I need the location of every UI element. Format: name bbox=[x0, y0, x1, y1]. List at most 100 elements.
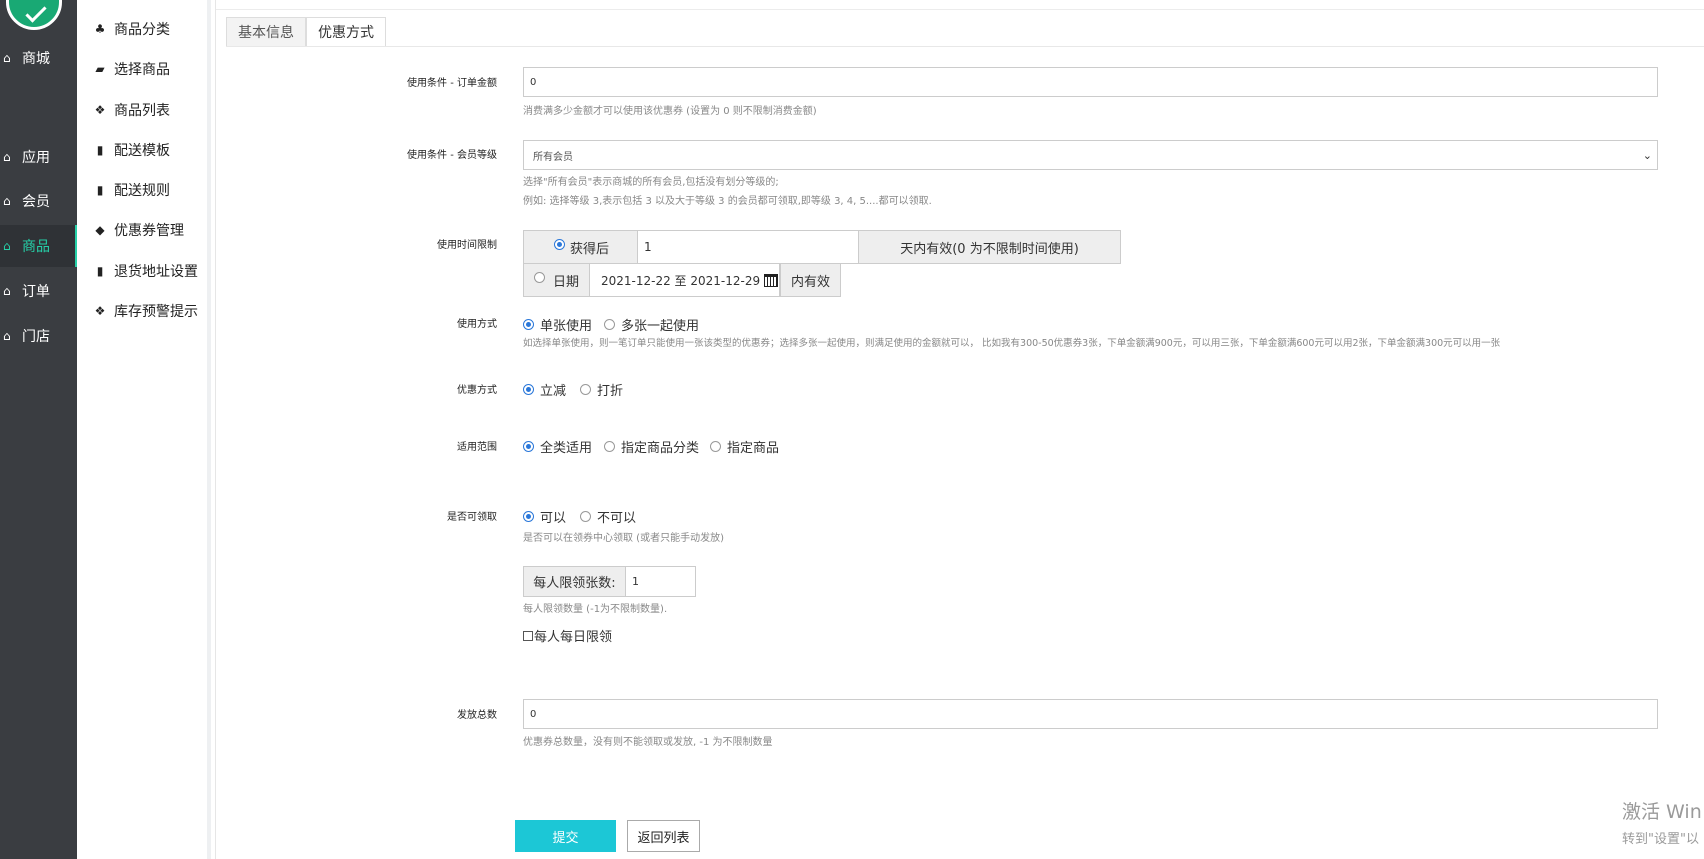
date-range-input[interactable]: 2021-12-22 至 2021-12-29 bbox=[589, 263, 780, 297]
tab-bar: 基本信息 优惠方式 bbox=[226, 17, 386, 47]
nav-item-label: 订单 bbox=[22, 284, 50, 300]
order-amount-input[interactable]: 0 bbox=[523, 67, 1658, 97]
total-help: 优惠券总数量，没有则不能领取或发放, -1 为不限制数量 bbox=[523, 737, 773, 748]
usage-option-single[interactable]: 单张使用 bbox=[523, 315, 592, 334]
nav-item-goods[interactable]: ⌂ 商品 bbox=[0, 225, 77, 267]
sub-item-stock-alert[interactable]: ❖ 库存预警提示 bbox=[92, 299, 198, 323]
discount-option-percent[interactable]: 打折 bbox=[580, 380, 623, 399]
per-person-input[interactable]: 1 bbox=[625, 566, 696, 597]
tab-basic-info[interactable]: 基本信息 bbox=[226, 17, 306, 47]
per-person-help: 每人限领数量 (-1为不限制数量). bbox=[523, 604, 668, 615]
usage-label: 使用方式 bbox=[457, 319, 497, 330]
usage-multiple-label: 多张一起使用 bbox=[621, 319, 700, 334]
member-level-label: 使用条件 - 会员等级 bbox=[407, 150, 497, 161]
nav-item-orders[interactable]: ⌂ 订单 bbox=[0, 270, 77, 312]
discount-reduce-radio[interactable] bbox=[523, 384, 534, 395]
sub-item-coupon-manage[interactable]: ◆ 优惠券管理 bbox=[92, 218, 184, 242]
claimable-label: 是否可领取 bbox=[447, 512, 497, 523]
total-label: 发放总数 bbox=[457, 710, 497, 721]
date-option[interactable]: 日期 bbox=[523, 263, 590, 297]
nav-item-label: 商品 bbox=[22, 239, 50, 255]
main-sidebar: ⌂ 商城 ⌂ 应用 ⌂ 会员 ⌂ 商品 ⌂ 订单 ⌂ 门店 bbox=[0, 0, 77, 859]
discount-reduce-label: 立减 bbox=[540, 384, 567, 399]
scope-goods-label: 指定商品 bbox=[727, 441, 780, 456]
calendar-icon bbox=[764, 273, 779, 287]
truck-icon: ▮ bbox=[96, 183, 104, 197]
scope-label: 适用范围 bbox=[457, 442, 497, 453]
sub-sidebar: ♣ 商品分类 ▰ 选择商品 ❖ 商品列表 ▮ 配送模板 ▮ 配送规则 ◆ 优惠券管理 ▮ 退货… bbox=[77, 0, 211, 859]
nav-item-mall[interactable]: ⌂ 商城 bbox=[0, 37, 77, 79]
sub-item-select-goods[interactable]: ▰ 选择商品 bbox=[92, 57, 170, 81]
member-level-select[interactable]: 所有会员 ⌄ bbox=[523, 140, 1658, 170]
nav-item-members[interactable]: ⌂ 会员 bbox=[0, 180, 77, 222]
member-level-value: 所有会员 bbox=[533, 151, 573, 163]
cart-icon: ▰ bbox=[95, 62, 105, 76]
member-level-help-2: 例如: 选择等级 3,表示包括 3 以及大于等级 3 的会员都可领取,即等级 3… bbox=[523, 196, 932, 207]
after-obtain-option[interactable]: 获得后 bbox=[523, 230, 638, 264]
nav-item-label: 应用 bbox=[22, 150, 50, 166]
discount-percent-label: 打折 bbox=[597, 384, 624, 399]
watermark-line-1: 激活 Win bbox=[1622, 801, 1702, 823]
scope-category-label: 指定商品分类 bbox=[621, 441, 700, 456]
sub-item-category[interactable]: ♣ 商品分类 bbox=[92, 17, 170, 41]
scope-option-goods[interactable]: 指定商品 bbox=[710, 437, 779, 456]
sub-item-goods-list[interactable]: ❖ 商品列表 bbox=[92, 98, 170, 122]
claimable-option-yes[interactable]: 可以 bbox=[523, 507, 566, 526]
nav-item-stores[interactable]: ⌂ 门店 bbox=[0, 315, 77, 357]
after-obtain-radio[interactable] bbox=[554, 239, 565, 250]
claimable-no-radio[interactable] bbox=[580, 511, 591, 522]
top-divider bbox=[216, 9, 1704, 10]
nav-item-label: 门店 bbox=[22, 329, 50, 345]
order-amount-label: 使用条件 - 订单金额 bbox=[407, 78, 497, 89]
valid-days-input[interactable]: 1 bbox=[637, 230, 859, 264]
scope-all-radio[interactable] bbox=[523, 441, 534, 452]
sub-item-shipping-template[interactable]: ▮ 配送模板 bbox=[92, 138, 170, 162]
scope-option-category[interactable]: 指定商品分类 bbox=[604, 437, 699, 456]
scope-goods-radio[interactable] bbox=[710, 441, 721, 452]
sub-item-label: 商品列表 bbox=[114, 103, 170, 119]
tab-divider bbox=[226, 46, 1704, 47]
back-to-list-button[interactable]: 返回列表 bbox=[627, 820, 700, 852]
discount-percent-radio[interactable] bbox=[580, 384, 591, 395]
sub-item-label: 配送模板 bbox=[114, 143, 170, 159]
check-icon bbox=[25, 1, 47, 23]
date-range-value: 2021-12-22 至 2021-12-29 bbox=[601, 273, 761, 288]
activation-watermark: 激活 Win 转到"设置"以 bbox=[1622, 797, 1702, 847]
usage-single-radio[interactable] bbox=[523, 319, 534, 330]
submit-button[interactable]: 提交 bbox=[515, 820, 616, 852]
usage-help: 如选择单张使用，则一笔订单只能使用一张该类型的优惠券；选择多张一起使用，则满足使… bbox=[523, 338, 1501, 349]
tags-icon: ◆ bbox=[95, 223, 105, 237]
nav-item-apps[interactable]: ⌂ 应用 bbox=[0, 136, 77, 178]
cubes-icon: ❖ bbox=[94, 103, 106, 117]
after-obtain-label: 获得后 bbox=[570, 241, 610, 257]
date-option-label: 日期 bbox=[553, 274, 580, 290]
brand-logo[interactable] bbox=[6, 0, 62, 30]
claimable-yes-radio[interactable] bbox=[523, 511, 534, 522]
scope-all-label: 全类适用 bbox=[540, 441, 593, 456]
sub-item-return-address[interactable]: ▮ 退货地址设置 bbox=[92, 259, 198, 283]
chevron-down-icon: ⌄ bbox=[1642, 149, 1652, 162]
home-icon: ⌂ bbox=[3, 329, 11, 343]
total-input[interactable]: 0 bbox=[523, 699, 1658, 729]
daily-limit-option[interactable]: 每人每日限领 bbox=[523, 626, 612, 645]
sub-item-label: 优惠券管理 bbox=[114, 223, 184, 239]
truck-icon: ▮ bbox=[96, 143, 104, 157]
scope-option-all[interactable]: 全类适用 bbox=[523, 437, 592, 456]
main-content: 基本信息 优惠方式 bbox=[215, 0, 1704, 859]
order-amount-help: 消费满多少金额才可以使用该优惠券 (设置为 0 则不限制消费金额) bbox=[523, 106, 817, 117]
date-radio[interactable] bbox=[534, 272, 545, 283]
usage-multiple-radio[interactable] bbox=[604, 319, 615, 330]
nav-item-label: 会员 bbox=[22, 194, 50, 210]
discount-option-reduce[interactable]: 立减 bbox=[523, 380, 566, 399]
tab-discount-method[interactable]: 优惠方式 bbox=[306, 17, 386, 47]
sub-item-label: 商品分类 bbox=[114, 22, 170, 38]
time-limit-label: 使用时间限制 bbox=[437, 240, 497, 251]
cubes-icon: ❖ bbox=[94, 304, 106, 318]
claimable-option-no[interactable]: 不可以 bbox=[580, 507, 636, 526]
daily-limit-checkbox[interactable] bbox=[523, 630, 533, 641]
usage-option-multiple[interactable]: 多张一起使用 bbox=[604, 315, 699, 334]
daily-limit-label: 每人每日限领 bbox=[534, 630, 613, 645]
watermark-line-2: 转到"设置"以 bbox=[1622, 832, 1699, 847]
sub-item-shipping-rules[interactable]: ▮ 配送规则 bbox=[92, 178, 170, 202]
scope-category-radio[interactable] bbox=[604, 441, 615, 452]
